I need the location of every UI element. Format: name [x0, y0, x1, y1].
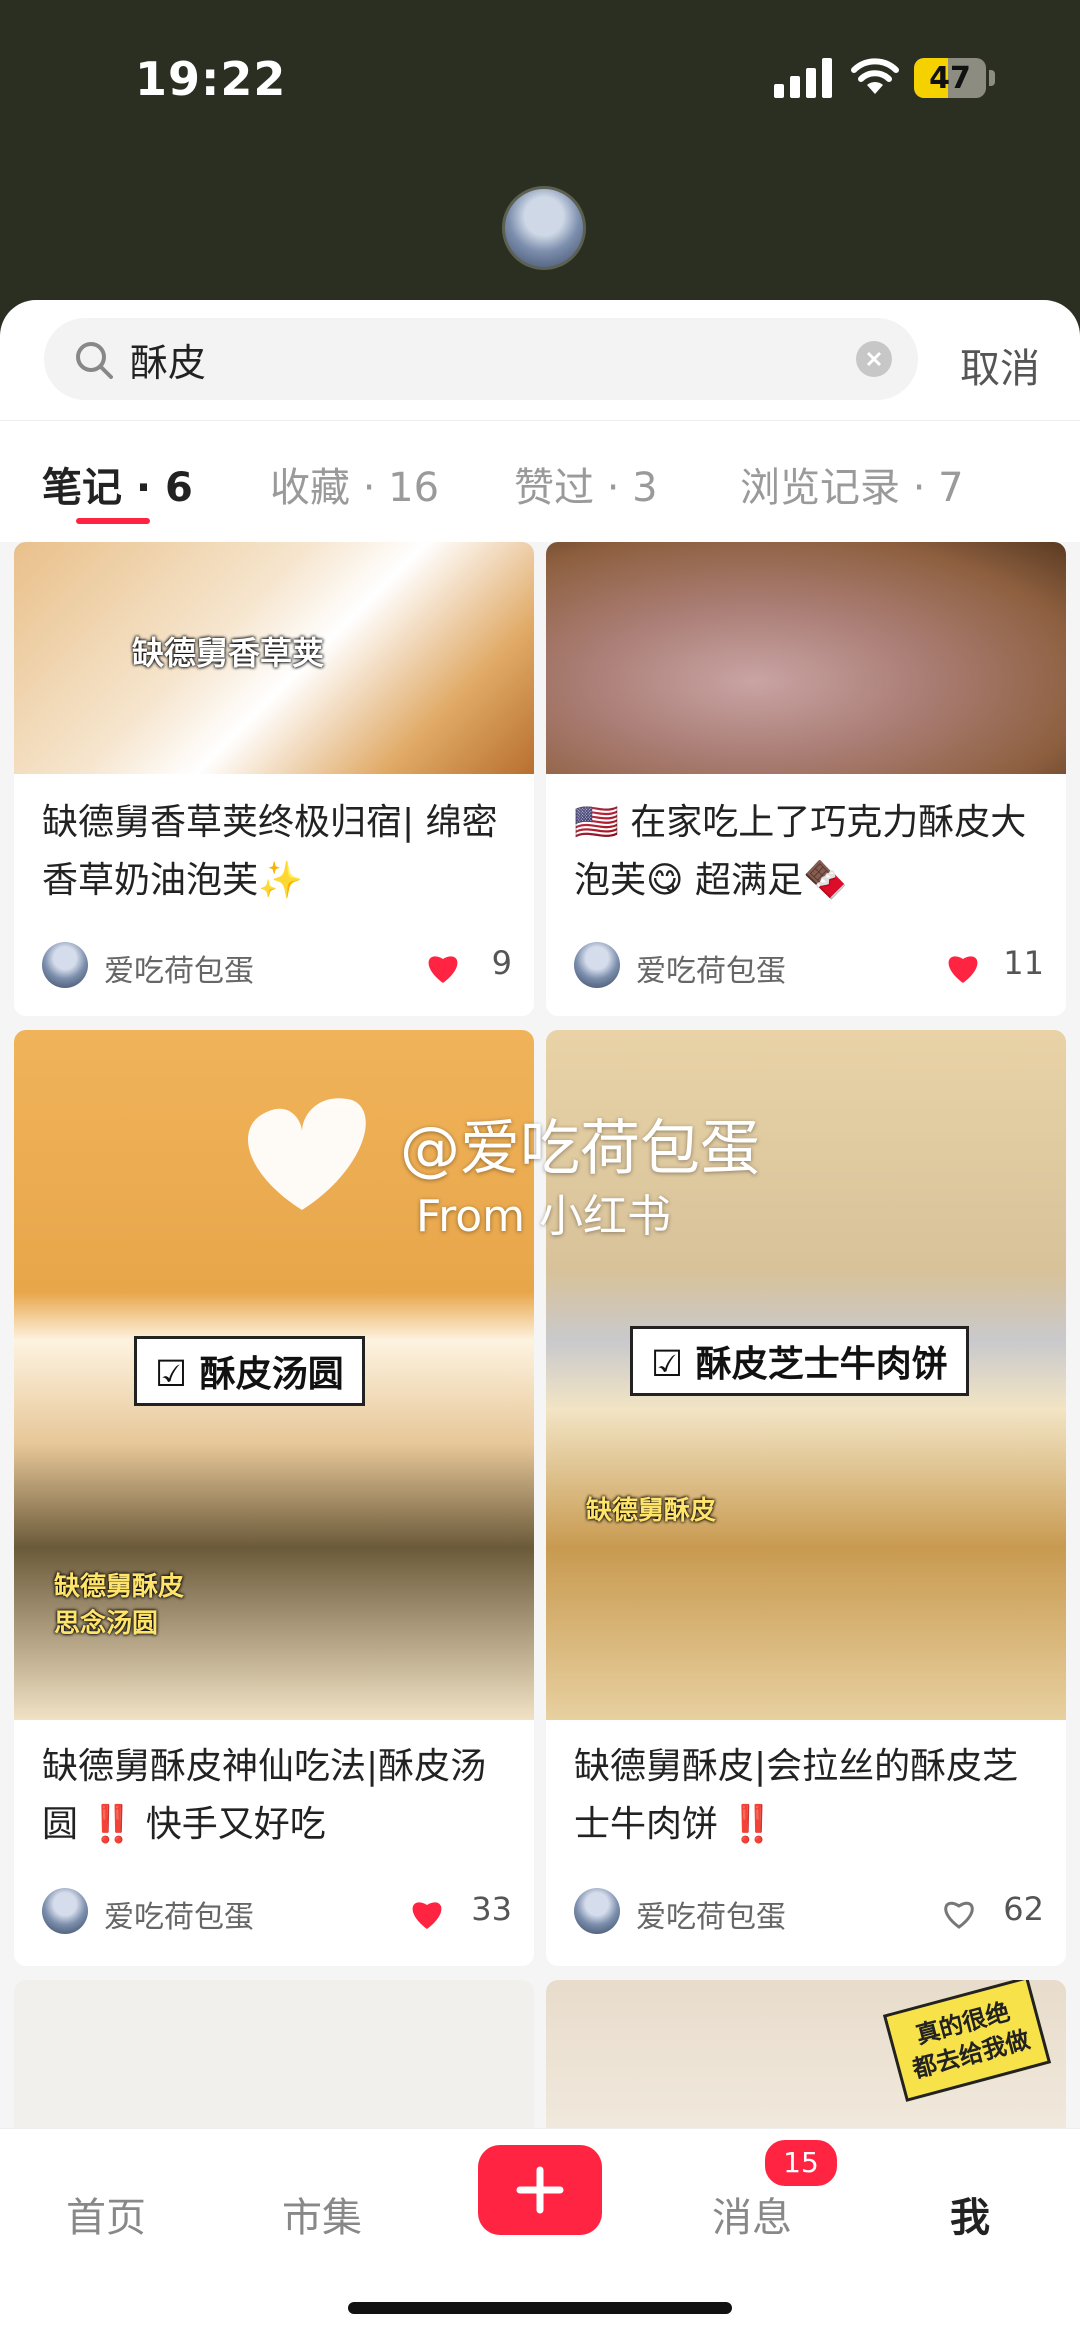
cover-checkbox-label: ☑ 酥皮汤圆 [134, 1336, 365, 1406]
note-meta: 爱吃荷包蛋 11 [574, 940, 1044, 990]
author-name: 爱吃荷包蛋 [104, 1900, 254, 1935]
watermark-handle: @爱吃荷包蛋 [400, 1114, 760, 1184]
note-card[interactable]: 🇺🇸 在家吃上了巧克力酥皮大泡芙😋 超满足🍫 爱吃荷包蛋 11 [546, 542, 1066, 1016]
search-sheet: 酥皮 取消 笔记 · 6 收藏 · 16 赞过 · 3 浏览记录 · 7 缺德舅… [0, 300, 1080, 2341]
like-count: 11 [1003, 944, 1044, 982]
messages-badge: 15 [762, 2137, 840, 2189]
cover-checkbox-label: ☑ 酥皮芝士牛肉饼 [630, 1326, 969, 1396]
nav-home[interactable]: 首页 [66, 2185, 146, 2243]
watermark-source: From 小红书 [416, 1191, 671, 1242]
cover-caption: 缺德舅香草荚 [132, 634, 325, 672]
note-title: 🇺🇸 在家吃上了巧克力酥皮大泡芙😋 超满足🍫 [574, 802, 1027, 901]
nav-messages[interactable]: 消息 [712, 2185, 792, 2243]
like-count: 33 [471, 1890, 512, 1928]
tab-history[interactable]: 浏览记录 · 7 [740, 455, 964, 513]
clear-search-icon[interactable] [856, 341, 892, 377]
cover-caption: 缺德舅酥皮 思念汤圆 [54, 1572, 185, 1639]
cover-sticker: 真的很绝 都去给我做 [882, 1980, 1052, 2102]
tab-collections[interactable]: 收藏 · 16 [270, 455, 439, 513]
avatar [574, 942, 620, 988]
note-cover-image [546, 542, 1066, 774]
status-bar: 19:22 47 [0, 0, 1080, 160]
note-cover-image: 缺德舅香草荚 [14, 542, 534, 774]
wifi-icon [851, 58, 899, 94]
nav-me[interactable]: 我 [950, 2185, 990, 2243]
plus-icon [516, 2166, 564, 2214]
create-post-button[interactable] [478, 2145, 602, 2235]
tab-bar: 笔记 · 6 收藏 · 16 赞过 · 3 浏览记录 · 7 [0, 455, 1080, 535]
note-meta: 爱吃荷包蛋 33 [42, 1886, 512, 1936]
like-count: 9 [491, 944, 512, 982]
heart-filled-icon[interactable] [424, 950, 462, 984]
note-meta: 爱吃荷包蛋 9 [42, 940, 512, 990]
status-time: 19:22 [135, 52, 287, 106]
battery-icon: 47 [914, 58, 986, 98]
search-bar: 酥皮 取消 [0, 300, 1080, 421]
search-input[interactable]: 酥皮 [44, 318, 918, 400]
nav-market[interactable]: 市集 [282, 2185, 362, 2243]
avatar [42, 942, 88, 988]
active-tab-indicator [76, 518, 150, 524]
notes-grid: 缺德舅香草荚 缺德舅香草荚终极归宿| 绵密香草奶油泡芙✨ 爱吃荷包蛋 9 🇺🇸 … [0, 542, 1080, 2341]
avatar [574, 1888, 620, 1934]
avatar [42, 1888, 88, 1934]
author-name: 爱吃荷包蛋 [104, 954, 254, 989]
battery-level: 47 [929, 61, 971, 96]
tab-liked[interactable]: 赞过 · 3 [514, 455, 658, 513]
home-indicator [348, 2302, 732, 2314]
heart-filled-icon[interactable] [408, 1896, 446, 1930]
battery-tip [989, 70, 995, 86]
cancel-button[interactable]: 取消 [960, 336, 1040, 394]
author-name: 爱吃荷包蛋 [636, 1900, 786, 1935]
note-title: 缺德舅酥皮|会拉丝的酥皮芝士牛肉饼 ‼️ [574, 1746, 1019, 1845]
tab-notes[interactable]: 笔记 · 6 [42, 455, 193, 513]
note-meta: 爱吃荷包蛋 62 [574, 1886, 1044, 1936]
profile-avatar[interactable] [502, 186, 586, 270]
note-title: 缺德舅酥皮神仙吃法|酥皮汤圆 ‼️ 快手又好吃 [42, 1746, 487, 1845]
note-card[interactable]: 缺德舅香草荚 缺德舅香草荚终极归宿| 绵密香草奶油泡芙✨ 爱吃荷包蛋 9 [14, 542, 534, 1016]
cellular-signal-icon [774, 58, 832, 98]
cover-caption: 缺德舅酥皮 [586, 1496, 717, 1526]
note-title: 缺德舅香草荚终极归宿| 绵密香草奶油泡芙✨ [42, 802, 498, 901]
heart-outline-icon[interactable] [940, 1896, 978, 1930]
heart-filled-icon[interactable] [944, 950, 982, 984]
like-count: 62 [1003, 1890, 1044, 1928]
watermark-heart-icon [248, 1098, 366, 1210]
search-icon [76, 342, 113, 379]
author-name: 爱吃荷包蛋 [636, 954, 786, 989]
search-query: 酥皮 [130, 341, 207, 385]
